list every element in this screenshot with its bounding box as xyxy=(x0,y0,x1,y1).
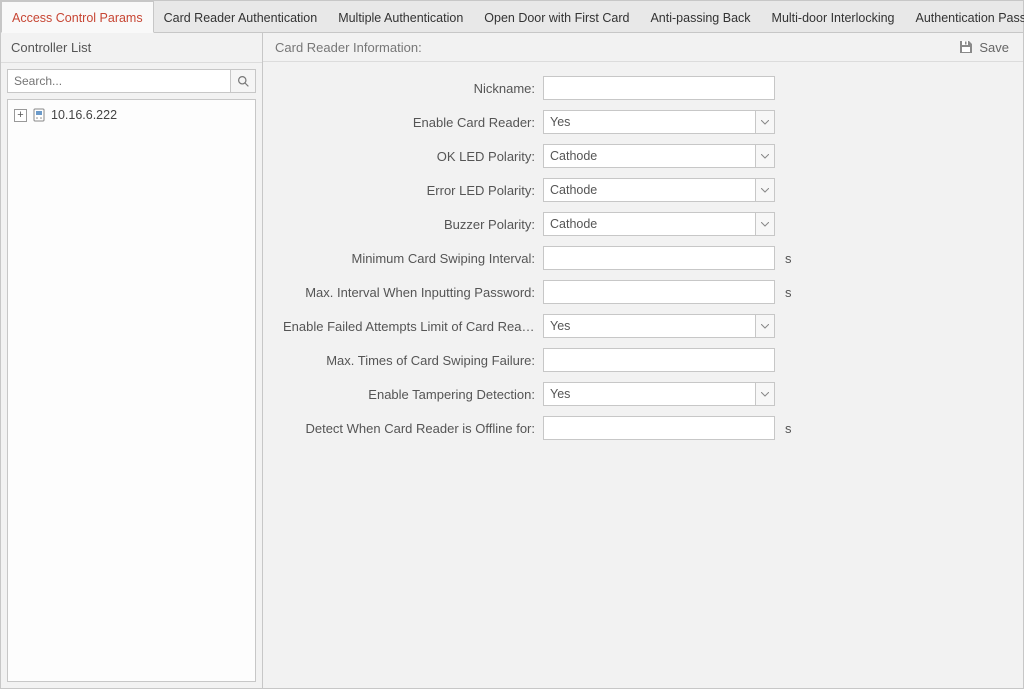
input-nickname[interactable] xyxy=(543,76,775,100)
input-max-pwd-interval[interactable] xyxy=(543,280,775,304)
label-nickname: Nickname: xyxy=(283,81,543,96)
label-offline: Detect When Card Reader is Offline for: xyxy=(283,421,543,436)
search-icon xyxy=(237,75,250,88)
tab-access-control-params[interactable]: Access Control Params xyxy=(1,1,154,33)
dropdown-error-led[interactable] xyxy=(755,178,775,202)
dropdown-ok-led[interactable] xyxy=(755,144,775,168)
label-ok-led: OK LED Polarity: xyxy=(283,149,543,164)
row-max-pwd-interval: Max. Interval When Inputting Password: s xyxy=(283,280,1003,304)
dropdown-buzzer[interactable] xyxy=(755,212,775,236)
input-min-swipe[interactable] xyxy=(543,246,775,270)
select-error-led[interactable] xyxy=(543,178,755,202)
label-enable-failed: Enable Failed Attempts Limit of Card Rea… xyxy=(283,319,543,334)
controller-list-panel: Controller List + 10.16.6.222 xyxy=(1,33,263,688)
unit-max-pwd-interval: s xyxy=(785,285,792,300)
tree-item-label: 10.16.6.222 xyxy=(51,108,117,122)
row-offline: Detect When Card Reader is Offline for: … xyxy=(283,416,1003,440)
select-buzzer[interactable] xyxy=(543,212,755,236)
label-buzzer: Buzzer Polarity: xyxy=(283,217,543,232)
select-enable-reader[interactable] xyxy=(543,110,755,134)
tab-card-reader-authentication[interactable]: Card Reader Authentication xyxy=(154,1,329,32)
unit-offline: s xyxy=(785,421,792,436)
input-max-swipe-fail[interactable] xyxy=(543,348,775,372)
label-min-swipe: Minimum Card Swiping Interval: xyxy=(283,251,543,266)
tab-bar: Access Control Params Card Reader Authen… xyxy=(1,1,1023,33)
unit-min-swipe: s xyxy=(785,251,792,266)
label-max-pwd-interval: Max. Interval When Inputting Password: xyxy=(283,285,543,300)
expand-icon[interactable]: + xyxy=(14,109,27,122)
tab-open-door-first-card[interactable]: Open Door with First Card xyxy=(474,1,640,32)
row-nickname: Nickname: xyxy=(283,76,1003,100)
row-error-led: Error LED Polarity: xyxy=(283,178,1003,202)
select-enable-failed[interactable] xyxy=(543,314,755,338)
row-min-swipe: Minimum Card Swiping Interval: s xyxy=(283,246,1003,270)
row-enable-failed: Enable Failed Attempts Limit of Card Rea… xyxy=(283,314,1003,338)
controller-tree: + 10.16.6.222 xyxy=(7,99,256,682)
row-ok-led: OK LED Polarity: xyxy=(283,144,1003,168)
device-icon xyxy=(32,108,46,122)
search-row xyxy=(1,63,262,99)
chevron-down-icon xyxy=(761,222,769,227)
chevron-down-icon xyxy=(761,392,769,397)
row-tampering: Enable Tampering Detection: xyxy=(283,382,1003,406)
label-error-led: Error LED Polarity: xyxy=(283,183,543,198)
select-ok-led[interactable] xyxy=(543,144,755,168)
card-reader-panel: Card Reader Information: Save Nickname: … xyxy=(263,33,1023,688)
chevron-down-icon xyxy=(761,188,769,193)
select-tampering[interactable] xyxy=(543,382,755,406)
search-input[interactable] xyxy=(7,69,230,93)
search-button[interactable] xyxy=(230,69,256,93)
dropdown-tampering[interactable] xyxy=(755,382,775,406)
controller-list-title: Controller List xyxy=(1,33,262,63)
row-buzzer: Buzzer Polarity: xyxy=(283,212,1003,236)
save-label: Save xyxy=(979,40,1009,55)
form-area: Nickname: Enable Card Reader: OK LED Pol… xyxy=(263,62,1023,470)
tab-multi-door-interlocking[interactable]: Multi-door Interlocking xyxy=(762,1,906,32)
chevron-down-icon xyxy=(761,120,769,125)
chevron-down-icon xyxy=(761,324,769,329)
label-tampering: Enable Tampering Detection: xyxy=(283,387,543,402)
tree-item[interactable]: + 10.16.6.222 xyxy=(12,106,251,124)
row-enable-reader: Enable Card Reader: xyxy=(283,110,1003,134)
label-enable-reader: Enable Card Reader: xyxy=(283,115,543,130)
chevron-down-icon xyxy=(761,154,769,159)
dropdown-enable-reader[interactable] xyxy=(755,110,775,134)
label-max-swipe-fail: Max. Times of Card Swiping Failure: xyxy=(283,353,543,368)
panel-title: Card Reader Information: xyxy=(275,40,422,55)
save-button[interactable]: Save xyxy=(958,39,1009,55)
right-header: Card Reader Information: Save xyxy=(263,33,1023,62)
save-icon xyxy=(958,39,974,55)
tab-multiple-authentication[interactable]: Multiple Authentication xyxy=(328,1,474,32)
row-max-swipe-fail: Max. Times of Card Swiping Failure: xyxy=(283,348,1003,372)
tab-authentication-password[interactable]: Authentication Password xyxy=(906,1,1024,32)
input-offline[interactable] xyxy=(543,416,775,440)
tab-anti-passing-back[interactable]: Anti-passing Back xyxy=(640,1,761,32)
dropdown-enable-failed[interactable] xyxy=(755,314,775,338)
content: Controller List + 10.16.6.222 Card Reade… xyxy=(1,33,1023,688)
